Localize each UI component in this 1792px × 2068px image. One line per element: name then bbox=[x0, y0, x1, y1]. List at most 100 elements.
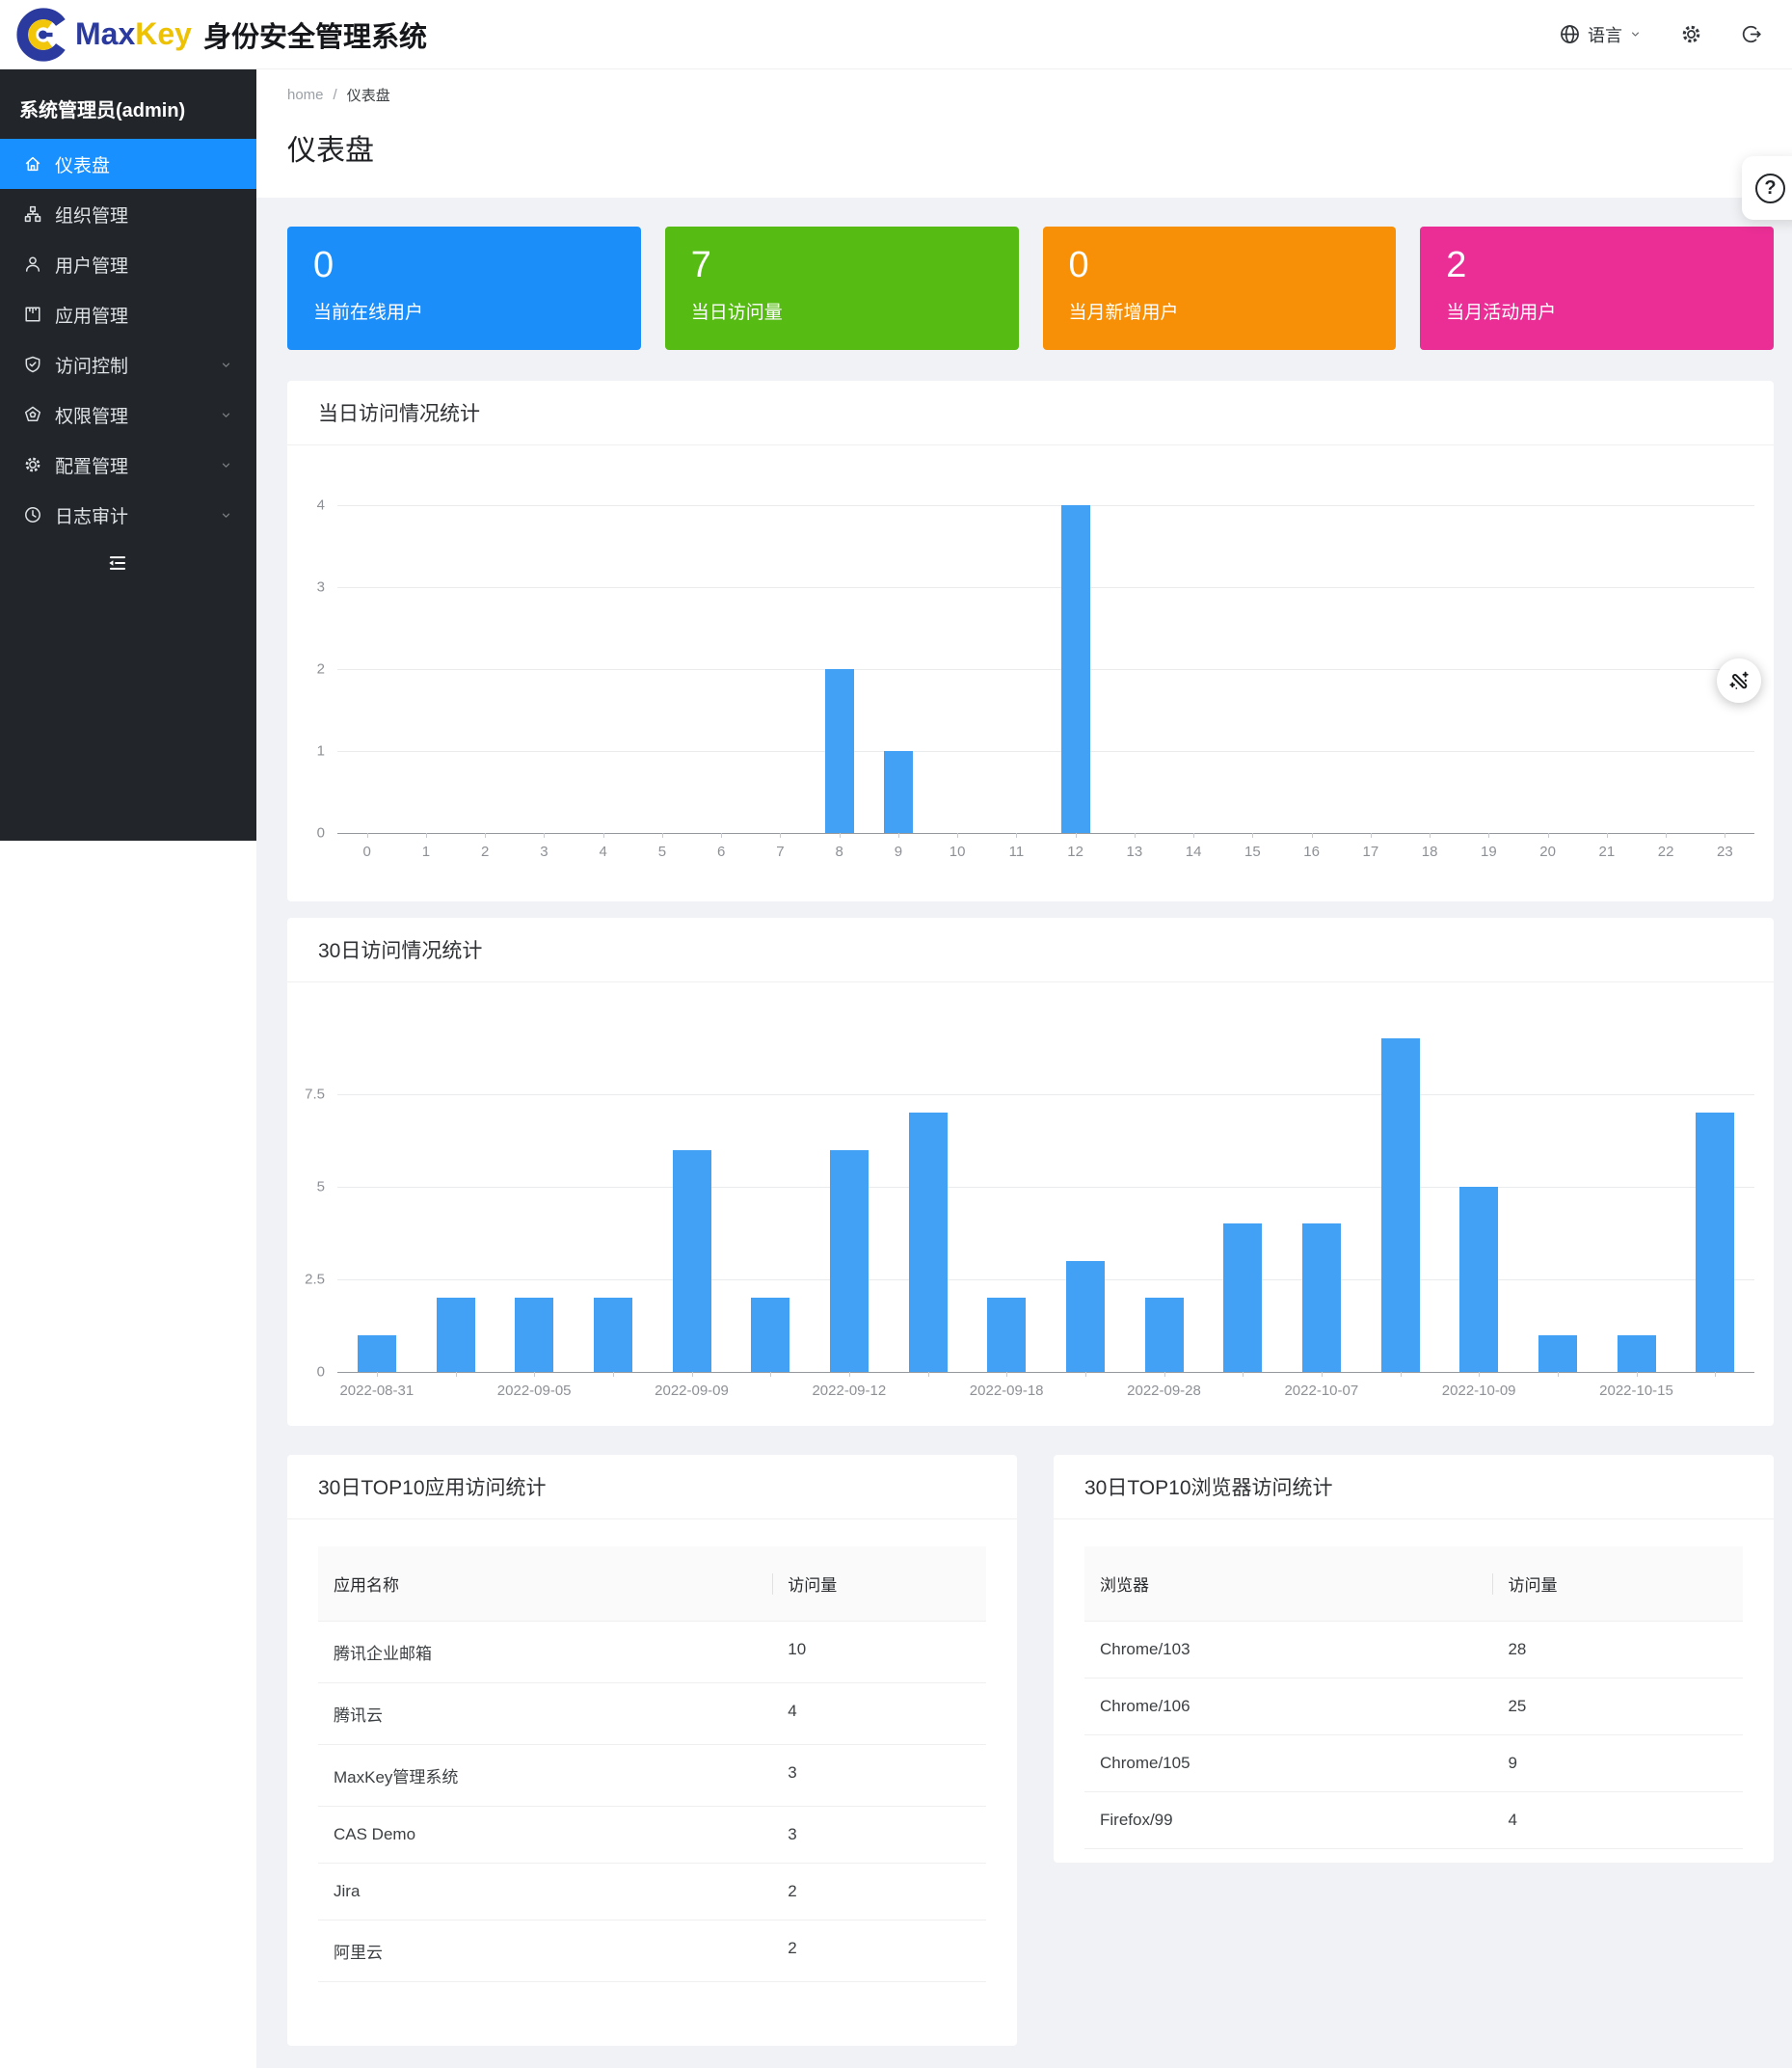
x-axis-tick bbox=[1076, 833, 1077, 838]
appstore-icon bbox=[23, 305, 42, 324]
x-axis-tick-label: 2022-09-05 bbox=[497, 1383, 572, 1399]
x-axis-tick-label: 9 bbox=[895, 844, 902, 860]
stat-label: 当月新增用户 bbox=[1069, 298, 1371, 324]
monthly-visits-chart-card: 30日访问情况统计 02.557.52022-08-312022-09-0520… bbox=[287, 918, 1774, 1426]
sidebar-item-label: 日志审计 bbox=[55, 502, 128, 528]
table-cell-value: 2 bbox=[772, 1864, 986, 1920]
x-axis-tick-label: 2022-10-15 bbox=[1599, 1383, 1673, 1399]
sidebar-item-5[interactable]: 访问控制 bbox=[0, 339, 256, 389]
x-axis-tick-label: 2022-09-28 bbox=[1127, 1383, 1201, 1399]
table-cell-name: 阿里云 bbox=[318, 1920, 772, 1981]
stat-value: 0 bbox=[313, 243, 615, 289]
top-apps-table-card: 30日TOP10应用访问统计 应用名称访问量腾讯企业邮箱10腾讯云4MaxKey… bbox=[287, 1455, 1017, 2046]
y-axis-tick-label: 2.5 bbox=[305, 1272, 325, 1288]
sidebar-item-1[interactable]: 仪表盘 bbox=[0, 139, 256, 189]
logout-button[interactable] bbox=[1741, 23, 1763, 45]
sidebar-item-8[interactable]: 日志审计 bbox=[0, 490, 256, 540]
sidebar-item-6[interactable]: 权限管理 bbox=[0, 389, 256, 440]
y-axis-tick-label: 0 bbox=[317, 1364, 325, 1381]
bar bbox=[751, 1298, 789, 1372]
stat-value: 7 bbox=[691, 243, 993, 289]
table-row: MaxKey管理系统3 bbox=[318, 1745, 986, 1807]
x-axis-tick bbox=[426, 833, 427, 838]
table-cell-name: Chrome/103 bbox=[1084, 1622, 1492, 1678]
breadcrumb-separator: / bbox=[334, 87, 337, 103]
table-cell-value: 9 bbox=[1492, 1735, 1743, 1791]
cluster-icon bbox=[23, 204, 42, 224]
table-row: CAS Demo3 bbox=[318, 1807, 986, 1864]
bar bbox=[1302, 1223, 1341, 1372]
app-header: Max Key 身份安全管理系统 语言 bbox=[0, 0, 1792, 69]
language-menu-button[interactable]: 语言 bbox=[1559, 22, 1642, 47]
gridline bbox=[337, 1187, 1754, 1188]
bar bbox=[1145, 1298, 1184, 1372]
sidebar-menu-items: 仪表盘组织管理用户管理应用管理访问控制权限管理配置管理日志审计 bbox=[0, 139, 256, 540]
chart-title: 当日访问情况统计 bbox=[318, 398, 480, 427]
gridline bbox=[337, 505, 1754, 506]
gridline bbox=[337, 669, 1754, 670]
table-cell-value: 4 bbox=[772, 1683, 986, 1744]
table-cell-name: Firefox/99 bbox=[1084, 1792, 1492, 1848]
x-axis-tick bbox=[1548, 833, 1549, 838]
gridline bbox=[337, 1094, 1754, 1095]
help-button[interactable]: ? bbox=[1742, 156, 1792, 220]
shield-check-icon bbox=[23, 355, 42, 374]
breadcrumb: home / 仪表盘 bbox=[287, 85, 1761, 105]
main-layout: 系统管理员(admin) 仪表盘组织管理用户管理应用管理访问控制权限管理配置管理… bbox=[0, 69, 1792, 2068]
theme-wand-button[interactable] bbox=[1717, 658, 1761, 703]
x-axis-tick bbox=[485, 833, 486, 838]
menu-fold-button[interactable] bbox=[106, 551, 129, 575]
bar bbox=[673, 1150, 711, 1372]
x-axis-tick-label: 18 bbox=[1422, 844, 1438, 860]
chevron-down-icon bbox=[219, 508, 233, 523]
x-axis-tick bbox=[898, 833, 899, 838]
x-axis-tick-label: 2022-09-09 bbox=[655, 1383, 729, 1399]
table-cell-value: 3 bbox=[772, 1807, 986, 1863]
x-axis-tick-label: 4 bbox=[599, 844, 606, 860]
breadcrumb-home-link[interactable]: home bbox=[287, 87, 324, 103]
sidebar-item-4[interactable]: 应用管理 bbox=[0, 289, 256, 339]
x-axis-tick bbox=[1666, 833, 1667, 838]
clock-icon bbox=[23, 505, 42, 524]
today-visits-plot: 0123401234567891011121314151617181920212… bbox=[337, 505, 1754, 833]
stat-value: 0 bbox=[1069, 243, 1371, 289]
brand-max: Max bbox=[75, 16, 135, 52]
bar bbox=[987, 1298, 1026, 1372]
breadcrumb-current: 仪表盘 bbox=[347, 85, 390, 105]
bar bbox=[1061, 505, 1090, 833]
logout-icon bbox=[1741, 23, 1763, 45]
table-cell-value: 3 bbox=[772, 1745, 986, 1806]
card-header: 30日TOP10浏览器访问统计 bbox=[1054, 1455, 1774, 1519]
x-axis-tick bbox=[770, 1372, 771, 1377]
x-axis-tick-label: 12 bbox=[1067, 844, 1083, 860]
table-column-header: 应用名称 bbox=[318, 1546, 772, 1621]
sidebar-item-7[interactable]: 配置管理 bbox=[0, 440, 256, 490]
x-axis-tick bbox=[721, 833, 722, 838]
magic-wand-icon bbox=[1727, 669, 1752, 693]
x-axis-tick bbox=[1488, 833, 1489, 838]
bar bbox=[1381, 1038, 1420, 1372]
bar bbox=[1618, 1335, 1656, 1372]
settings-button[interactable] bbox=[1680, 23, 1702, 45]
bar bbox=[437, 1298, 475, 1372]
x-axis-tick-label: 3 bbox=[540, 844, 548, 860]
gridline bbox=[337, 1279, 1754, 1280]
table-cell-name: Chrome/106 bbox=[1084, 1679, 1492, 1734]
today-visits-chart-card: 当日访问情况统计 0123401234567891011121314151617… bbox=[287, 381, 1774, 901]
content-head: home / 仪表盘 仪表盘 bbox=[256, 69, 1792, 198]
language-label: 语言 bbox=[1588, 22, 1622, 47]
sidebar-item-3[interactable]: 用户管理 bbox=[0, 239, 256, 289]
x-axis-tick-label: 20 bbox=[1539, 844, 1556, 860]
pentagon-icon bbox=[23, 405, 42, 424]
x-axis-tick bbox=[1558, 1372, 1559, 1377]
sidebar-item-label: 应用管理 bbox=[55, 302, 128, 328]
x-axis-tick-label: 2022-09-18 bbox=[970, 1383, 1044, 1399]
bar bbox=[1459, 1187, 1498, 1372]
y-axis-tick-label: 3 bbox=[317, 579, 325, 596]
x-axis-tick-label: 8 bbox=[835, 844, 843, 860]
table-row: Jira2 bbox=[318, 1864, 986, 1920]
sidebar-item-2[interactable]: 组织管理 bbox=[0, 189, 256, 239]
x-axis-tick bbox=[1312, 833, 1313, 838]
x-axis-tick bbox=[840, 833, 841, 838]
x-axis-tick bbox=[1016, 833, 1017, 838]
